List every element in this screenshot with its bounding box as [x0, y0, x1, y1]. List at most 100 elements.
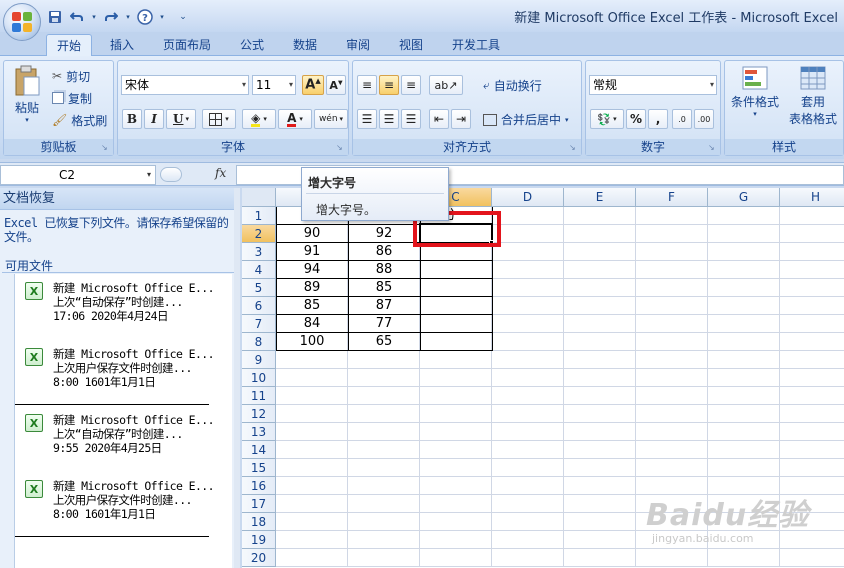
customize-icon[interactable]: ⌄ — [174, 8, 192, 26]
tab-review[interactable]: 审阅 — [338, 34, 378, 56]
tab-formulas[interactable]: 公式 — [232, 34, 272, 56]
select-all-corner[interactable] — [242, 188, 276, 207]
alignment-launcher-icon[interactable]: ↘ — [569, 143, 579, 153]
pane-splitter[interactable] — [234, 188, 240, 568]
font-name-select[interactable]: 宋体 ▾ — [121, 75, 249, 95]
row-header-1[interactable]: 1 — [242, 207, 276, 225]
italic-button[interactable]: I — [144, 109, 164, 129]
row-header-20[interactable]: 20 — [242, 549, 276, 567]
cell-b8[interactable]: 65 — [348, 333, 420, 351]
row-header-3[interactable]: 3 — [242, 243, 276, 261]
help-icon[interactable]: ? — [136, 8, 154, 26]
column-header-f[interactable]: F — [636, 188, 708, 207]
tab-page-layout[interactable]: 页面布局 — [155, 34, 219, 56]
grow-font-button[interactable]: A▲ — [302, 75, 324, 95]
column-header-g[interactable]: G — [708, 188, 780, 207]
underline-button[interactable]: U ▾ — [166, 109, 196, 129]
align-left-button[interactable]: ☰ — [357, 109, 377, 129]
recovered-file-item[interactable]: X 新建 Microsoft Office E... 上次“自动保存”时创建..… — [15, 274, 233, 338]
cell-a6[interactable]: 85 — [276, 297, 348, 315]
row-header-6[interactable]: 6 — [242, 297, 276, 315]
name-box[interactable]: C2 ▾ — [0, 165, 156, 185]
tab-data[interactable]: 数据 — [285, 34, 325, 56]
row-header-9[interactable]: 9 — [242, 351, 276, 369]
align-middle-button[interactable]: ≡ — [379, 75, 399, 95]
format-painter-button[interactable]: 🖌 格式刷 — [52, 111, 107, 129]
row-header-16[interactable]: 16 — [242, 477, 276, 495]
redo-icon[interactable] — [102, 8, 120, 26]
cell-a2[interactable]: 90 — [276, 225, 348, 243]
font-color-button[interactable]: A ▾ — [278, 109, 312, 129]
percent-button[interactable]: % — [626, 109, 646, 129]
bold-button[interactable]: B — [122, 109, 142, 129]
clipboard-launcher-icon[interactable]: ↘ — [101, 143, 111, 153]
align-right-button[interactable]: ☰ — [401, 109, 421, 129]
recovered-file-item[interactable]: X 新建 Microsoft Office E... 上次用户保存文件时创建..… — [15, 472, 233, 536]
font-size-select[interactable]: 11 ▾ — [252, 75, 296, 95]
row-header-14[interactable]: 14 — [242, 441, 276, 459]
row-header-18[interactable]: 18 — [242, 513, 276, 531]
copy-button[interactable]: 复制 — [52, 89, 92, 107]
align-center-button[interactable]: ☰ — [379, 109, 399, 129]
borders-button[interactable]: ▾ — [202, 109, 236, 129]
row-header-8[interactable]: 8 — [242, 333, 276, 351]
tab-home[interactable]: 开始 — [46, 34, 92, 57]
comma-button[interactable]: , — [648, 109, 668, 129]
undo-dropdown-icon[interactable]: ▾ — [90, 8, 98, 26]
increase-indent-button[interactable]: ⇥ — [451, 109, 471, 129]
orientation-button[interactable]: ab↗ — [429, 75, 463, 95]
cell-b4[interactable]: 88 — [348, 261, 420, 279]
cell-b5[interactable]: 85 — [348, 279, 420, 297]
cell-a5[interactable]: 89 — [276, 279, 348, 297]
cell-b3[interactable]: 86 — [348, 243, 420, 261]
column-header-e[interactable]: E — [564, 188, 636, 207]
recovered-file-item[interactable]: X 新建 Microsoft Office E... 上次用户保存文件时创建..… — [15, 340, 233, 404]
row-header-15[interactable]: 15 — [242, 459, 276, 477]
cell-b2[interactable]: 92 — [348, 225, 420, 243]
tab-view[interactable]: 视图 — [391, 34, 431, 56]
help-dropdown-icon[interactable]: ▾ — [158, 8, 166, 26]
format-as-table-button[interactable]: 套用 表格格式 — [783, 65, 843, 127]
undo-icon[interactable] — [68, 8, 86, 26]
merge-center-button[interactable]: 合并后居中 ▾ — [483, 111, 569, 128]
column-header-d[interactable]: D — [492, 188, 564, 207]
shrink-font-button[interactable]: A▼ — [326, 75, 346, 95]
row-header-11[interactable]: 11 — [242, 387, 276, 405]
align-bottom-button[interactable]: ≡ — [401, 75, 421, 95]
column-header-h[interactable]: H — [780, 188, 844, 207]
number-format-select[interactable]: 常规 ▾ — [589, 75, 717, 95]
insert-function-icon[interactable]: fx — [215, 166, 226, 180]
recovered-file-item[interactable]: X 新建 Microsoft Office E... 上次“自动保存”时创建..… — [15, 406, 233, 470]
tab-insert[interactable]: 插入 — [102, 34, 142, 56]
row-header-2[interactable]: 2 — [242, 225, 276, 243]
cut-button[interactable]: ✂ 剪切 — [52, 67, 90, 85]
cell-a4[interactable]: 94 — [276, 261, 348, 279]
row-header-4[interactable]: 4 — [242, 261, 276, 279]
redo-dropdown-icon[interactable]: ▾ — [124, 8, 132, 26]
cell-a7[interactable]: 84 — [276, 315, 348, 333]
row-header-10[interactable]: 10 — [242, 369, 276, 387]
accounting-format-button[interactable]: 💱 ▾ — [590, 109, 624, 129]
formula-bar-splitter[interactable] — [160, 167, 182, 182]
row-header-17[interactable]: 17 — [242, 495, 276, 513]
wrap-text-button[interactable]: ⤶ 自动换行 — [483, 77, 542, 94]
decrease-indent-button[interactable]: ⇤ — [429, 109, 449, 129]
row-header-5[interactable]: 5 — [242, 279, 276, 297]
number-launcher-icon[interactable]: ↘ — [708, 143, 718, 153]
decrease-decimal-button[interactable]: .00 — [694, 109, 714, 129]
cell-a8[interactable]: 100 — [276, 333, 348, 351]
tab-developer[interactable]: 开发工具 — [444, 34, 508, 56]
row-header-13[interactable]: 13 — [242, 423, 276, 441]
row-header-19[interactable]: 19 — [242, 531, 276, 549]
conditional-format-button[interactable]: 条件格式 ▾ — [727, 65, 783, 118]
font-launcher-icon[interactable]: ↘ — [336, 143, 346, 153]
fill-color-button[interactable]: ◈ ▾ — [242, 109, 276, 129]
increase-decimal-button[interactable]: .0 — [672, 109, 692, 129]
align-top-button[interactable]: ≡ — [357, 75, 377, 95]
office-button[interactable] — [3, 3, 41, 41]
cell-a3[interactable]: 91 — [276, 243, 348, 261]
row-header-12[interactable]: 12 — [242, 405, 276, 423]
paste-button[interactable]: 粘贴 ▾ — [8, 65, 46, 135]
phonetic-button[interactable]: wén ▾ — [314, 109, 348, 129]
row-header-7[interactable]: 7 — [242, 315, 276, 333]
